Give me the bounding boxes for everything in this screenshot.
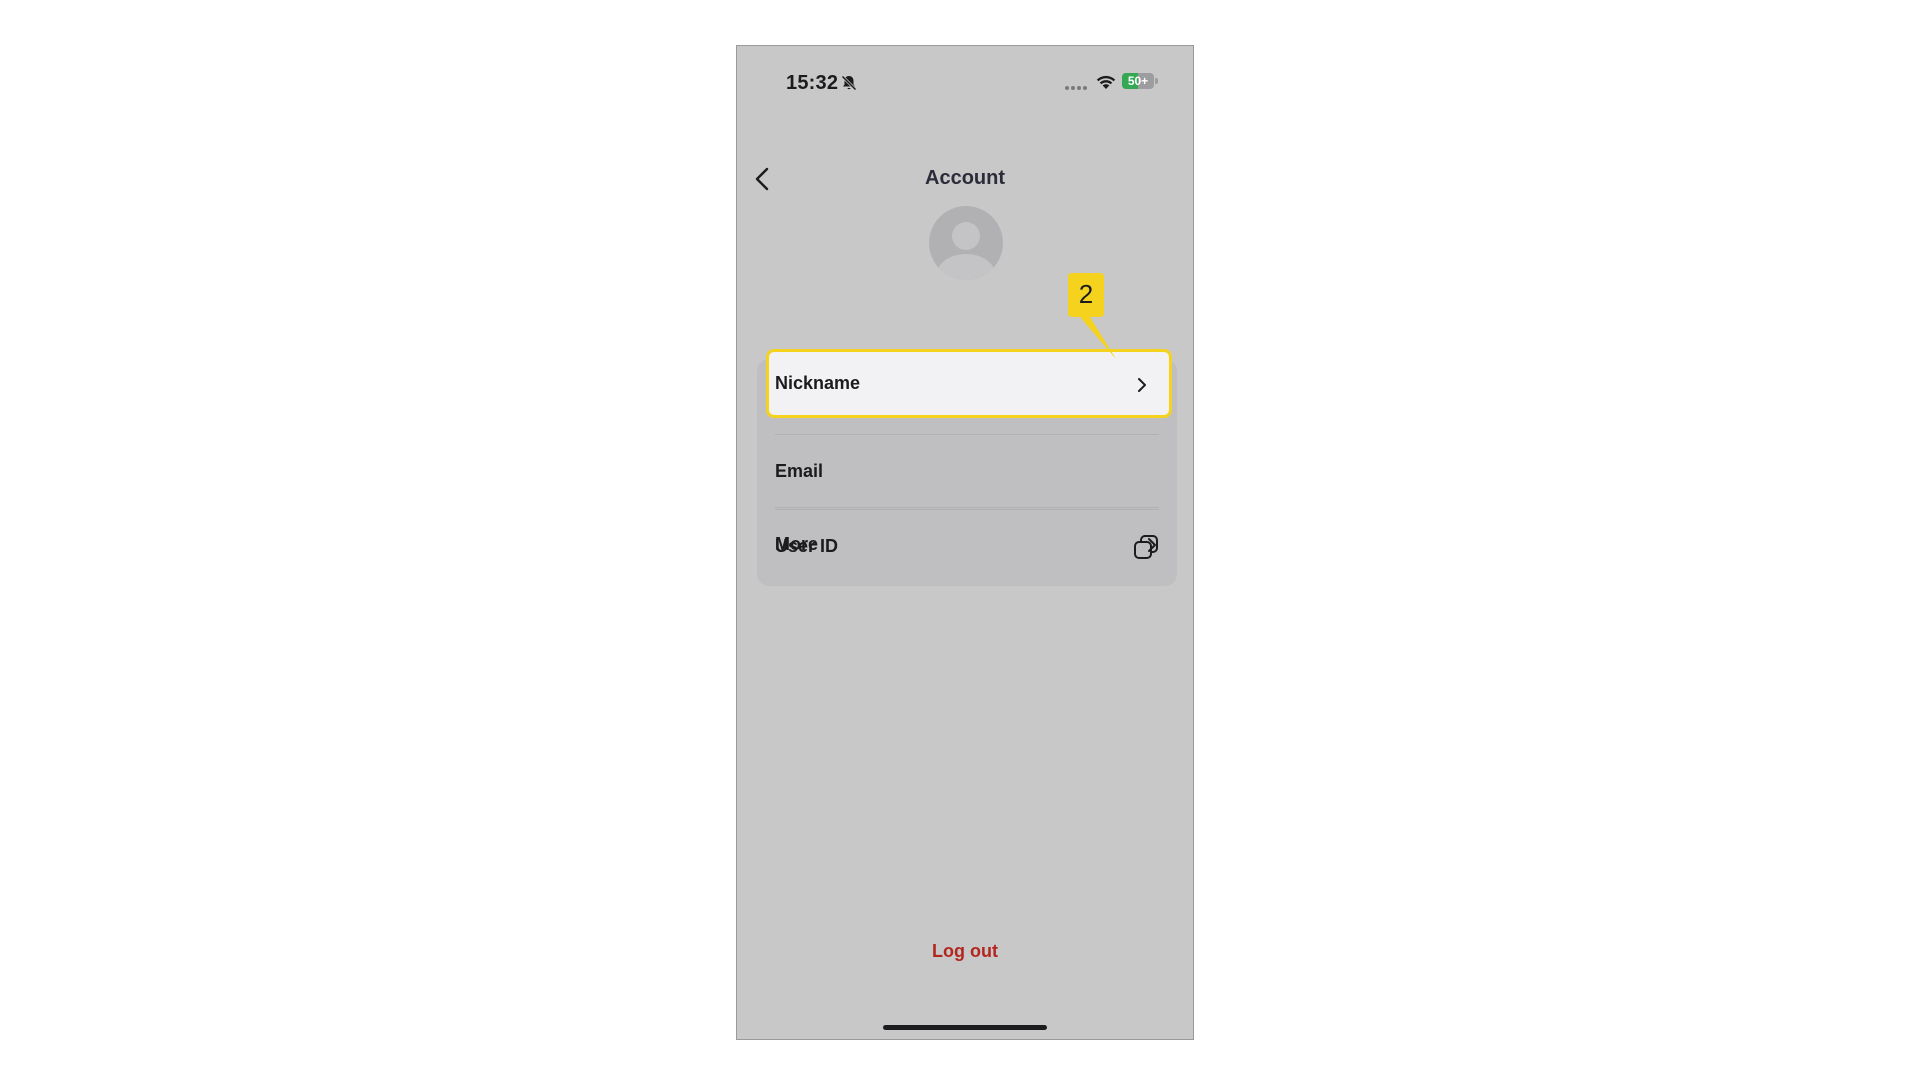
battery-tip (1155, 78, 1158, 84)
divider (775, 507, 1159, 508)
bell-slash-icon (841, 75, 857, 91)
step-callout: 2 (1066, 271, 1146, 371)
signal-icon (1065, 86, 1087, 90)
logout-button[interactable]: Log out (737, 941, 1193, 962)
default-user-avatar-icon (936, 222, 996, 280)
more-row-container: More (757, 508, 1177, 582)
home-indicator[interactable] (883, 1025, 1047, 1030)
page-title: Account (925, 167, 1005, 189)
wifi-icon (1096, 75, 1116, 89)
battery-icon: 50+ (1122, 73, 1154, 89)
status-time: 15:32 (786, 72, 839, 94)
divider (775, 434, 1159, 435)
menu-item-label: More (775, 534, 819, 554)
menu-item-more[interactable]: More (757, 508, 1177, 582)
menu-item-label: Nickname (775, 373, 861, 393)
menu-item-email[interactable]: Email (757, 435, 1177, 509)
battery-label: 50+ (1127, 74, 1149, 88)
step-number: 2 (1078, 279, 1094, 309)
chevron-right-icon (1138, 378, 1146, 392)
status-bar: 15:32 50+ (737, 46, 1193, 118)
nav-bar: Account (737, 151, 1193, 207)
stage: 15:32 50+ Account Email User ID More Nic… (0, 0, 1920, 1080)
menu-item-label: Email (775, 461, 824, 481)
chevron-right-icon (1148, 538, 1156, 552)
avatar[interactable] (929, 206, 1003, 280)
phone-screen: 15:32 50+ Account Email User ID More Nic… (736, 45, 1194, 1040)
